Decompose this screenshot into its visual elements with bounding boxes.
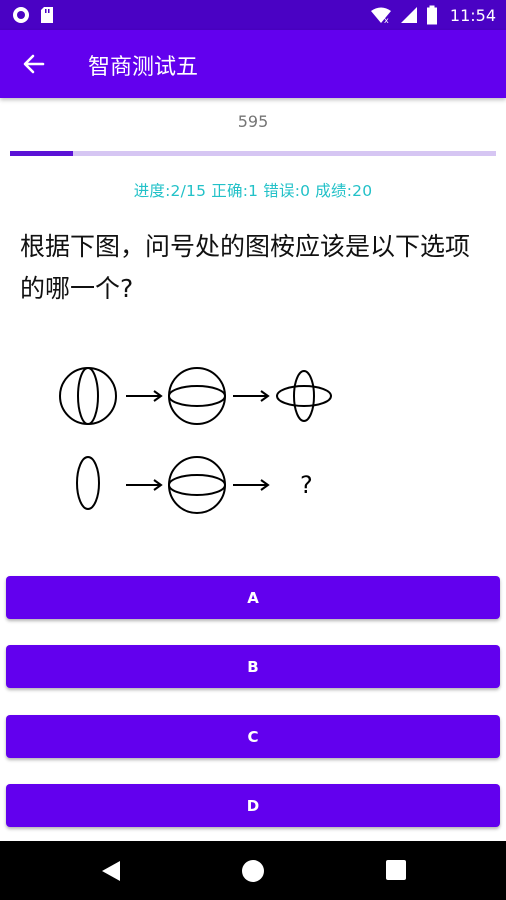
question-mark: ? (300, 471, 313, 499)
nav-recents-button[interactable] (385, 859, 407, 885)
arrow-right-icon (126, 390, 163, 402)
nav-home-button[interactable] (241, 859, 265, 887)
svg-text:x: x (384, 16, 389, 24)
app-bar: 智商测试五 (0, 30, 506, 98)
progress-bar (10, 151, 496, 156)
crossed-ellipses-figure (276, 370, 332, 422)
arrow-right-icon (233, 390, 270, 402)
option-c-button[interactable]: C (6, 715, 500, 758)
signal-icon (400, 7, 417, 23)
wifi-icon: x (370, 7, 391, 24)
back-button[interactable] (18, 48, 50, 80)
nav-back-button[interactable] (100, 859, 122, 887)
arrow-right-icon (126, 479, 163, 491)
sd-card-icon (41, 7, 53, 23)
arrow-right-icon (233, 479, 270, 491)
page-title: 智商测试五 (88, 55, 199, 80)
system-nav-bar (0, 841, 506, 900)
quiz-stats: 进度:2/15 正确:1 错误:0 成绩:20 (133, 182, 373, 200)
status-time: 11:54 (449, 5, 496, 25)
status-bar: x 11:54 (0, 0, 506, 30)
sphere-horizontal-equator-figure (168, 456, 226, 514)
sphere-horizontal-equator-figure (168, 367, 226, 425)
sphere-vertical-meridian-figure (59, 367, 117, 425)
battery-icon (426, 5, 437, 25)
progress-bar-fill (10, 151, 74, 156)
timer-countdown: 595 (237, 112, 269, 131)
option-b-button[interactable]: B (6, 645, 500, 688)
arrow-left-icon (23, 54, 45, 74)
circle-notification-icon (13, 7, 29, 23)
option-d-button[interactable]: D (6, 784, 500, 827)
recents-square-icon (386, 860, 406, 880)
home-circle-icon (242, 860, 264, 882)
vertical-ellipse-figure (76, 456, 100, 510)
option-a-button[interactable]: A (6, 576, 500, 619)
question-figure: ? (59, 367, 332, 514)
question-text: 根据下图，问号处的图桉应该是以下选项的哪一个? (20, 232, 471, 303)
back-triangle-icon (102, 861, 120, 881)
